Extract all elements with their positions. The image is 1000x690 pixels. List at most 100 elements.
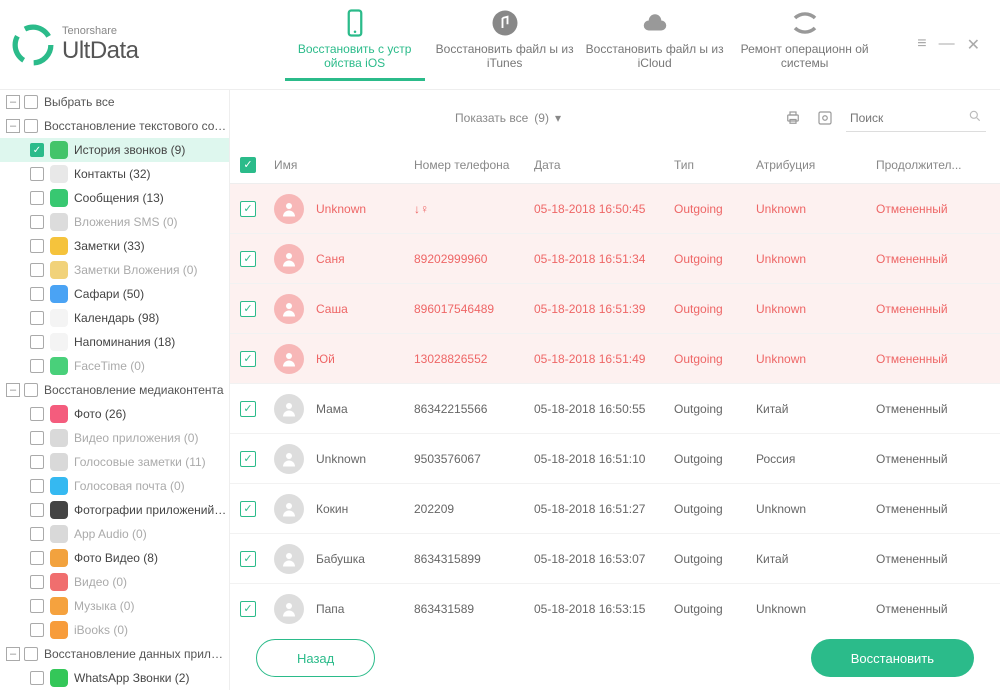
sidebar-item[interactable]: App Audio (0) [0,522,229,546]
row-checkbox[interactable] [240,451,256,467]
row-checkbox[interactable] [240,201,256,217]
sidebar-item[interactable]: История звонков (9) [0,138,229,162]
table-row[interactable]: Саша89601754648905-18-2018 16:51:39Outgo… [230,284,1000,334]
sidebar-item[interactable]: Голосовые заметки (11) [0,450,229,474]
settings-icon[interactable] [814,107,836,129]
col-phone[interactable]: Номер телефона [414,158,534,172]
item-label: App Audio (0) [74,527,147,541]
close-icon[interactable]: ✕ [967,35,980,55]
item-checkbox[interactable] [30,311,44,325]
sidebar-item[interactable]: Контакты (32) [0,162,229,186]
select-all-checkbox[interactable] [24,95,38,109]
sidebar-item[interactable]: Видео (0) [0,570,229,594]
item-checkbox[interactable] [30,287,44,301]
item-checkbox[interactable] [30,431,44,445]
group-checkbox[interactable] [24,119,38,133]
sidebar-item[interactable]: Напоминания (18) [0,330,229,354]
sidebar-item[interactable]: Фото (26) [0,402,229,426]
sidebar-group[interactable]: –Восстановление медиаконтента [0,378,229,402]
sidebar-item[interactable]: FaceTime (0) [0,354,229,378]
item-checkbox[interactable] [30,551,44,565]
table-row[interactable]: Мама8634221556605-18-2018 16:50:55Outgoi… [230,384,1000,434]
row-checkbox[interactable] [240,251,256,267]
row-checkbox[interactable] [240,501,256,517]
group-checkbox[interactable] [24,383,38,397]
row-checkbox[interactable] [240,301,256,317]
nav-tab-3[interactable]: Ремонт операционн ой системы [735,8,875,81]
item-checkbox[interactable] [30,671,44,685]
search-box[interactable] [846,104,986,132]
row-checkbox[interactable] [240,601,256,617]
item-checkbox[interactable] [30,239,44,253]
table-row[interactable]: Кокин20220905-18-2018 16:51:27OutgoingUn… [230,484,1000,534]
search-input[interactable] [850,111,950,125]
sidebar-group[interactable]: –Восстановление текстового содержи [0,114,229,138]
expand-icon[interactable]: – [6,119,20,133]
sidebar-item[interactable]: Вложения SMS (0) [0,210,229,234]
table-row[interactable]: Юй1302882655205-18-2018 16:51:49Outgoing… [230,334,1000,384]
item-icon [50,213,68,231]
item-checkbox[interactable] [30,599,44,613]
item-checkbox[interactable] [30,623,44,637]
item-checkbox[interactable] [30,455,44,469]
filter-dropdown[interactable]: Показать все (9) ▾ [455,111,561,125]
col-attr[interactable]: Атрибуция [756,158,876,172]
expand-icon[interactable]: – [6,647,20,661]
sidebar[interactable]: – Выбрать все –Восстановление текстового… [0,90,230,690]
group-checkbox[interactable] [24,647,38,661]
collapse-icon[interactable]: – [6,95,20,109]
sidebar-item[interactable]: WhatsApp Звонки (2) [0,666,229,690]
sidebar-item[interactable]: Календарь (98) [0,306,229,330]
print-icon[interactable] [782,107,804,129]
row-checkbox[interactable] [240,551,256,567]
item-checkbox[interactable] [30,215,44,229]
sidebar-item[interactable]: Музыка (0) [0,594,229,618]
select-all-row[interactable]: – Выбрать все [0,90,229,114]
sidebar-item[interactable]: Видео приложения (0) [0,426,229,450]
col-type[interactable]: Тип [674,158,756,172]
item-checkbox[interactable] [30,167,44,181]
item-checkbox[interactable] [30,335,44,349]
col-dur[interactable]: Продолжител... [876,158,1000,172]
back-button[interactable]: Назад [256,639,375,677]
item-checkbox[interactable] [30,143,44,157]
sidebar-item[interactable]: Фото Видео (8) [0,546,229,570]
col-date[interactable]: Дата [534,158,674,172]
table-row[interactable]: Саня8920299996005-18-2018 16:51:34Outgoi… [230,234,1000,284]
item-checkbox[interactable] [30,263,44,277]
item-checkbox[interactable] [30,191,44,205]
nav-tab-1[interactable]: Восстановить файл ы из iTunes [435,8,575,81]
table-row[interactable]: Папа86343158905-18-2018 16:53:15Outgoing… [230,584,1000,626]
item-checkbox[interactable] [30,527,44,541]
row-checkbox[interactable] [240,401,256,417]
col-name[interactable]: Имя [274,158,414,172]
item-checkbox[interactable] [30,359,44,373]
nav-tab-0[interactable]: Восстановить с устр ойства iOS [285,8,425,81]
nav-tab-2[interactable]: Восстановить файл ы из iCloud [585,8,725,81]
item-icon [50,429,68,447]
table-row[interactable]: Бабушка863431589905-18-2018 16:53:07Outg… [230,534,1000,584]
sidebar-item[interactable]: Сафари (50) [0,282,229,306]
cell-date: 05-18-2018 16:53:07 [534,552,674,566]
sidebar-item[interactable]: Сообщения (13) [0,186,229,210]
expand-icon[interactable]: – [6,383,20,397]
sidebar-item[interactable]: Заметки Вложения (0) [0,258,229,282]
item-label: Музыка (0) [74,599,134,613]
sidebar-item[interactable]: Фотографии приложений (24 [0,498,229,522]
sidebar-item[interactable]: Заметки (33) [0,234,229,258]
item-checkbox[interactable] [30,407,44,421]
table-row[interactable]: Unknown950357606705-18-2018 16:51:10Outg… [230,434,1000,484]
select-all-rows-checkbox[interactable] [240,157,256,173]
item-checkbox[interactable] [30,503,44,517]
sidebar-group[interactable]: –Восстановление данных приложений [0,642,229,666]
menu-icon[interactable]: ≡ [917,35,926,53]
row-checkbox[interactable] [240,351,256,367]
search-icon[interactable] [968,109,982,126]
sidebar-item[interactable]: Голосовая почта (0) [0,474,229,498]
item-checkbox[interactable] [30,479,44,493]
item-checkbox[interactable] [30,575,44,589]
recover-button[interactable]: Восстановить [811,639,974,677]
table-row[interactable]: Unknown↓♀05-18-2018 16:50:45OutgoingUnkn… [230,184,1000,234]
minimize-icon[interactable]: — [939,35,955,53]
sidebar-item[interactable]: iBooks (0) [0,618,229,642]
